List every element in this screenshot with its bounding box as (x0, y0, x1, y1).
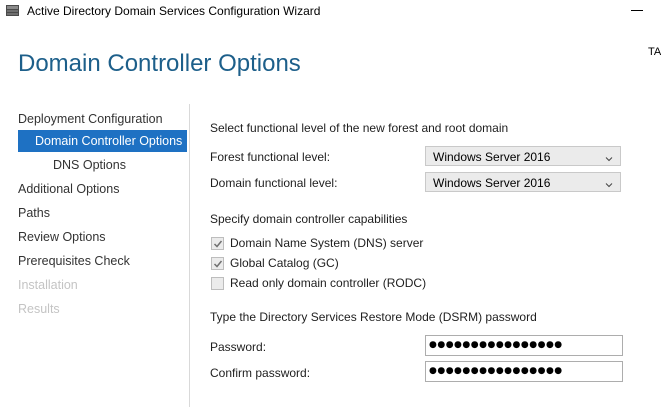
nav-item-deployment-configuration[interactable]: Deployment Configuration (18, 108, 188, 130)
domain-level-value: Windows Server 2016 (433, 176, 551, 190)
domain-level-label: Domain functional level: (210, 176, 338, 190)
confirm-password-input[interactable]: ●●●●●●●●●●●●●●●● (425, 361, 623, 382)
password-label: Password: (210, 340, 267, 354)
forest-level-label: Forest functional level: (210, 150, 331, 164)
password-input[interactable]: ●●●●●●●●●●●●●●●● (425, 335, 623, 356)
window-title: Active Directory Domain Services Configu… (27, 4, 321, 18)
nav-item-installation: Installation (18, 278, 78, 292)
nav-item-results: Results (18, 302, 60, 316)
global-catalog-label: Global Catalog (GC) (230, 256, 339, 270)
chevron-down-icon (605, 178, 613, 188)
nav-item-review-options[interactable]: Review Options (18, 226, 188, 248)
nav-item-dns-options[interactable]: DNS Options (53, 154, 223, 176)
checkmark-icon (213, 260, 223, 268)
dsrm-heading: Type the Directory Services Restore Mode… (210, 310, 537, 324)
rodc-label: Read only domain controller (RODC) (230, 276, 427, 290)
rodc-checkbox[interactable] (211, 277, 224, 290)
nav-item-prerequisites-check[interactable]: Prerequisites Check (18, 250, 188, 272)
nav-item-additional-options[interactable]: Additional Options (18, 178, 188, 200)
global-catalog-checkbox[interactable] (211, 257, 224, 270)
capabilities-heading: Specify domain controller capabilities (210, 212, 408, 226)
page-title: Domain Controller Options (18, 50, 301, 77)
checkmark-icon (213, 240, 223, 248)
target-server-label: TA (648, 46, 661, 58)
nav-divider (189, 104, 190, 407)
nav-item-domain-controller-options[interactable]: Domain Controller Options (18, 130, 187, 152)
nav-item-paths[interactable]: Paths (18, 202, 188, 224)
server-manager-icon (5, 3, 20, 18)
domain-level-select[interactable]: Windows Server 2016 (425, 172, 621, 192)
dns-server-label: Domain Name System (DNS) server (230, 236, 424, 250)
window-titlebar: Active Directory Domain Services Configu… (0, 0, 661, 22)
forest-level-select[interactable]: Windows Server 2016 (425, 146, 621, 166)
confirm-password-label: Confirm password: (210, 366, 311, 380)
forest-level-value: Windows Server 2016 (433, 150, 551, 164)
dns-server-checkbox[interactable] (211, 237, 224, 250)
functional-level-heading: Select functional level of the new fores… (210, 121, 509, 135)
chevron-down-icon (605, 152, 613, 162)
minimize-icon[interactable] (631, 10, 643, 11)
